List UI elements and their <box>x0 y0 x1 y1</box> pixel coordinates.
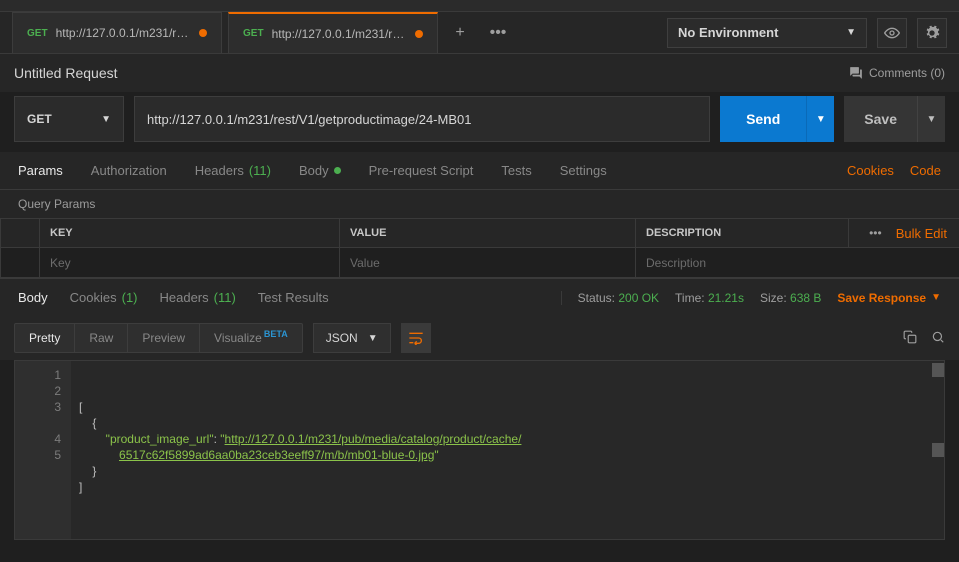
save-dropdown-button[interactable]: ▼ <box>917 96 945 142</box>
wrap-icon <box>408 331 424 345</box>
params-table-header: KEY VALUE DESCRIPTION ••• Bulk Edit <box>0 218 959 248</box>
code-text[interactable]: [ { "product_image_url": "http://127.0.0… <box>71 361 944 539</box>
chevron-down-icon: ▼ <box>816 114 826 125</box>
send-dropdown-button[interactable]: ▼ <box>806 96 834 142</box>
chevron-down-icon: ▼ <box>927 114 937 125</box>
response-view-row: Pretty Raw Preview VisualizeBETA JSON ▼ <box>0 316 959 360</box>
comment-icon <box>849 66 863 80</box>
code-link[interactable]: Code <box>910 163 941 178</box>
chevron-down-icon: ▼ <box>931 292 941 303</box>
request-title: Untitled Request <box>14 65 118 81</box>
key-input[interactable]: Key <box>50 256 71 270</box>
resp-tab-cookies[interactable]: Cookies (1) <box>70 290 138 305</box>
send-button[interactable]: Send <box>720 96 806 142</box>
environment-select[interactable]: No Environment ▼ <box>667 18 867 48</box>
resp-tab-headers[interactable]: Headers (11) <box>160 290 236 305</box>
copy-icon <box>903 330 917 344</box>
beta-badge: BETA <box>264 329 288 339</box>
status-value: 200 OK <box>618 291 659 305</box>
method-badge: GET <box>27 28 48 39</box>
scroll-handle-bottom[interactable] <box>932 443 944 457</box>
size-value: 638 B <box>790 291 821 305</box>
method-value: GET <box>27 112 52 126</box>
tab-authorization[interactable]: Authorization <box>91 163 167 178</box>
status-label: Status: <box>578 291 615 305</box>
environment-value: No Environment <box>678 25 778 40</box>
method-badge: GET <box>243 28 264 39</box>
unsaved-dot-icon <box>415 30 423 38</box>
description-input[interactable]: Description <box>646 256 706 270</box>
tab-bar: GET http://127.0.0.1/m231/rest/V1/... GE… <box>0 12 959 54</box>
tab-title: http://127.0.0.1/m231/rest/V1/... <box>56 26 191 40</box>
method-select[interactable]: GET ▼ <box>14 96 124 142</box>
view-pretty[interactable]: Pretty <box>15 324 75 352</box>
request-title-row: Untitled Request Comments (0) <box>0 54 959 92</box>
comments-button[interactable]: Comments (0) <box>849 66 945 80</box>
search-icon <box>931 330 945 344</box>
chevron-down-icon: ▼ <box>846 27 856 38</box>
view-visualize[interactable]: VisualizeBETA <box>200 324 302 352</box>
tab-title: http://127.0.0.1/m231/rest/V1/... <box>272 27 407 41</box>
tab-body[interactable]: Body <box>299 163 341 178</box>
chevron-down-icon: ▼ <box>368 333 378 344</box>
window-top-strip <box>0 0 959 12</box>
dot-icon <box>334 167 341 174</box>
view-raw[interactable]: Raw <box>75 324 128 352</box>
tab-overflow-button[interactable]: ••• <box>482 12 514 53</box>
search-button[interactable] <box>931 330 945 347</box>
response-body: 1 2 3 4 5 [ { "product_image_url": "http… <box>14 360 945 540</box>
col-value: VALUE <box>340 219 636 247</box>
tab-headers[interactable]: Headers(11) <box>195 163 271 178</box>
tab-prerequest[interactable]: Pre-request Script <box>369 163 474 178</box>
tab-settings[interactable]: Settings <box>560 163 607 178</box>
save-button[interactable]: Save <box>844 96 917 142</box>
query-params-title: Query Params <box>0 190 959 218</box>
view-preview[interactable]: Preview <box>128 324 200 352</box>
resp-tab-body[interactable]: Body <box>18 290 48 305</box>
request-tab-0[interactable]: GET http://127.0.0.1/m231/rest/V1/... <box>12 12 222 53</box>
save-response-button[interactable]: Save Response ▼ <box>837 291 941 305</box>
time-value: 21.21s <box>708 291 744 305</box>
more-icon[interactable]: ••• <box>869 226 882 240</box>
value-input[interactable]: Value <box>350 256 380 270</box>
eye-icon <box>884 25 900 41</box>
col-key: KEY <box>40 219 340 247</box>
chevron-down-icon: ▼ <box>101 114 111 125</box>
request-subtabs: Params Authorization Headers(11) Body Pr… <box>0 152 959 190</box>
bulk-edit-link[interactable]: Bulk Edit <box>896 226 947 241</box>
new-tab-button[interactable]: + <box>444 12 476 53</box>
view-mode-group: Pretty Raw Preview VisualizeBETA <box>14 323 303 353</box>
wrap-lines-button[interactable] <box>401 323 431 353</box>
response-tabs-row: Body Cookies (1) Headers (11) Test Resul… <box>0 278 959 316</box>
url-row: GET ▼ Send ▼ Save ▼ <box>14 96 945 142</box>
params-table-row: Key Value Description <box>0 248 959 278</box>
unsaved-dot-icon <box>199 29 207 37</box>
environment-preview-button[interactable] <box>877 18 907 48</box>
tab-tests[interactable]: Tests <box>501 163 531 178</box>
size-label: Size: <box>760 291 787 305</box>
environment-settings-button[interactable] <box>917 18 947 48</box>
comments-label: Comments (0) <box>869 66 945 80</box>
col-desc: DESCRIPTION <box>636 219 849 247</box>
tab-params[interactable]: Params <box>18 163 63 178</box>
cookies-link[interactable]: Cookies <box>847 163 894 178</box>
resp-tab-test-results[interactable]: Test Results <box>258 290 329 305</box>
scroll-handle-top[interactable] <box>932 363 944 377</box>
gear-icon <box>924 25 940 41</box>
line-gutter: 1 2 3 4 5 <box>15 361 71 539</box>
time-label: Time: <box>675 291 705 305</box>
request-tab-1[interactable]: GET http://127.0.0.1/m231/rest/V1/... <box>228 12 438 53</box>
url-input[interactable] <box>134 96 710 142</box>
content-type-select[interactable]: JSON ▼ <box>313 323 391 353</box>
copy-button[interactable] <box>903 330 917 347</box>
